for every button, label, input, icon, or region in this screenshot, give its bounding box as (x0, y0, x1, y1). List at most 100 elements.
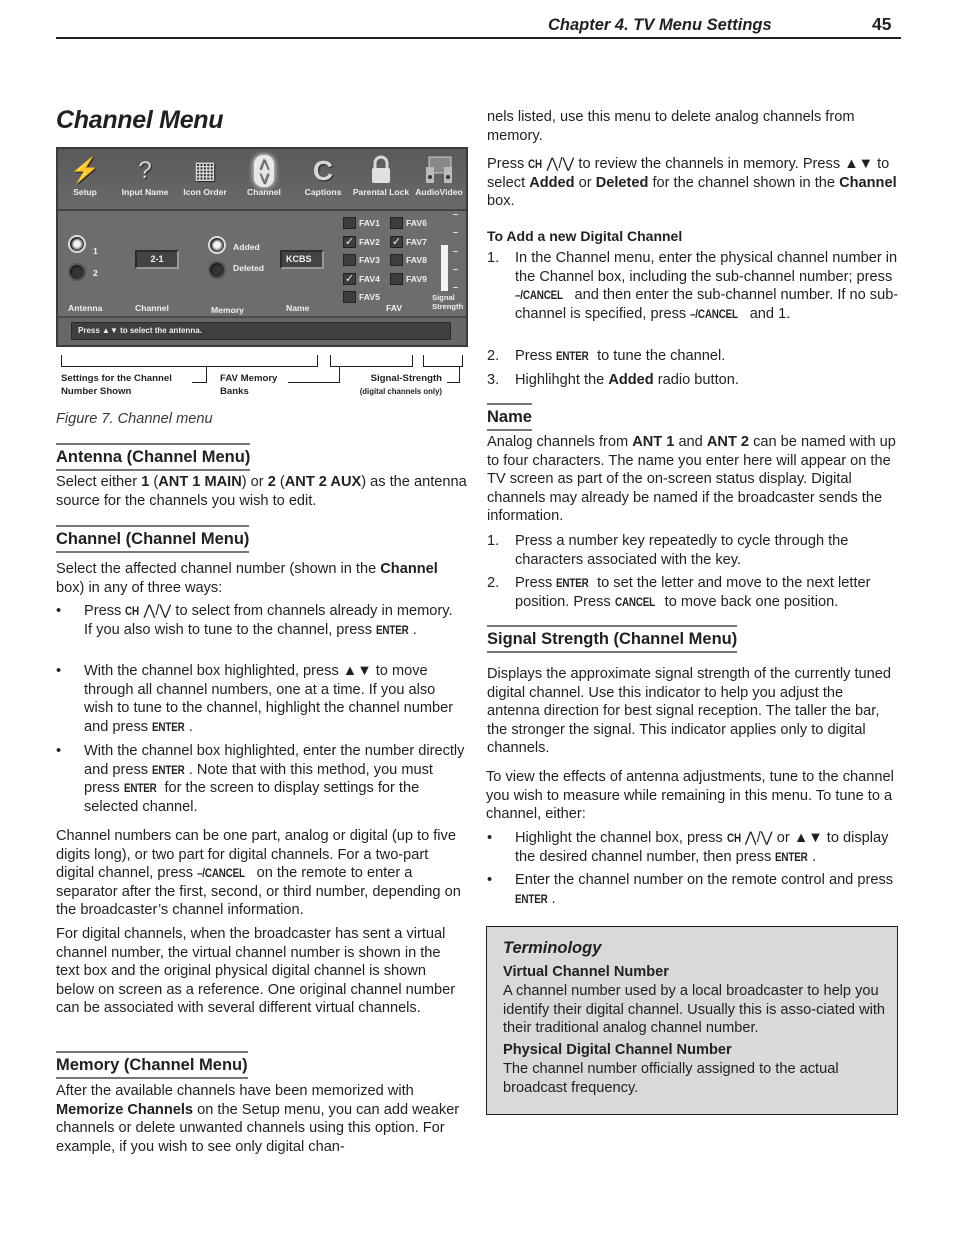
bullet: • (56, 603, 62, 619)
bullet: • (487, 872, 493, 888)
step-number: 2. (487, 348, 500, 364)
callout-leader (192, 382, 207, 383)
name-box[interactable]: KCBS (280, 250, 324, 269)
page-number: 45 (872, 14, 892, 34)
signal-scale-tick (453, 251, 458, 252)
memory-deleted-label: Deleted (233, 263, 265, 273)
channel-intro: Select the affected channel number (show… (56, 560, 446, 597)
bullet-text: Highlight the channel box, press CH ⋀/⋁ … (515, 829, 901, 866)
antenna-radio-1[interactable] (68, 235, 86, 253)
speakers-icon (424, 155, 454, 187)
bullet-text: Enter the channel number on the remote c… (515, 871, 901, 908)
fav-label: FAV (386, 303, 403, 313)
padlock-icon (366, 155, 396, 187)
bracket-settings (61, 355, 318, 367)
channel-bullet-2: • With the channel box highlighted, pres… (56, 662, 468, 740)
text: or (772, 830, 794, 846)
icon-order-icon: ▦ (193, 157, 217, 184)
key-cancel: CANCEL (614, 594, 655, 609)
menu-icon-icon-order[interactable]: ▦ Icon Order (180, 155, 230, 198)
text: . (812, 848, 817, 865)
fav-checkbox-7[interactable]: ✓ (390, 235, 403, 248)
text: After the available channels have been m… (56, 1083, 414, 1099)
fav-checkbox-2[interactable]: ✓ (343, 235, 356, 248)
text: Enter the channel number on the remote c… (515, 872, 894, 888)
term-virtual-channel: Virtual Channel Number (503, 964, 669, 980)
term-physical-channel: Physical Digital Channel Number (503, 1042, 732, 1058)
fav-checkbox-8[interactable] (390, 254, 403, 266)
channel-paragraph-1: Channel numbers can be one part, analog … (56, 827, 466, 920)
fav-label-6: FAV6 (406, 218, 427, 228)
menu-icon-captions[interactable]: C Captions (298, 155, 348, 198)
text: to review the channels in memory. Press (574, 156, 845, 172)
memory-radio-added[interactable] (208, 236, 226, 254)
fav-checkbox-6[interactable] (390, 217, 403, 229)
text: box. (487, 193, 515, 210)
menu-icon-parental-lock[interactable]: Parental Lock (353, 155, 409, 198)
bold-text: ANT 2 AUX (284, 474, 362, 490)
section-heading-antenna: Antenna (Channel Menu) (56, 443, 251, 471)
text: for the channel shown in the (648, 174, 840, 191)
bold-text: Added (529, 174, 575, 191)
bold-text: 2 (267, 474, 276, 490)
text: Analog channels from (487, 434, 633, 450)
callout-settings: Settings for the Channel Number Shown (61, 373, 172, 398)
menu-icon-input-name[interactable]: ? Input Name (120, 155, 170, 198)
bold-text: Channel (839, 174, 897, 191)
bold-text: Memorize Channels (56, 1101, 194, 1118)
memory-paragraph-1: After the available channels have been m… (56, 1082, 466, 1156)
fav-label-9: FAV9 (406, 273, 427, 284)
text: Select the affected channel number (show… (56, 561, 381, 577)
signal-label-line2: Strength (432, 302, 464, 311)
bold-text: Channel (380, 561, 438, 577)
up-down-arrows-icon: ▲▼ (342, 663, 372, 679)
channel-up-down-icon: ⋀/⋁ (143, 603, 172, 619)
fav-label-5: FAV5 (359, 292, 380, 302)
up-down-arrows-icon: ▲▼ (844, 156, 874, 172)
fav-checkbox-9[interactable] (390, 272, 403, 285)
menu-icon-audio-video[interactable]: AudioVideo (414, 155, 464, 198)
antenna-option-1-label: 1 (93, 246, 98, 256)
memory-added-label: Added (233, 242, 260, 252)
section-heading-channel: Channel (Channel Menu) (56, 525, 250, 553)
section-heading-name: Name (487, 403, 532, 431)
input-name-icon: ? (138, 157, 152, 184)
text: Press (487, 156, 529, 172)
key-enter: ENTER (556, 349, 589, 363)
menu-icon-channel[interactable]: ⋀ ⋁ Channel (239, 155, 289, 198)
memory-label: Memory (211, 305, 244, 315)
key-dash-cancel: –/CANCEL (197, 866, 246, 881)
channel-settings-panel: 1 2 Antenna 2-1 Channel Added Deleted Me… (58, 213, 466, 315)
signal-bullet-2: • Enter the channel number on the remote… (487, 871, 899, 911)
fav-checkbox-4[interactable]: ✓ (343, 272, 356, 285)
fav-label-3: FAV3 (359, 255, 380, 265)
callout-leader (447, 382, 460, 383)
add-step-3: 3. Highlihght the Added radio button. (487, 371, 899, 391)
key-enter: ENTER (515, 891, 548, 906)
fav-label-4: FAV4 (359, 273, 380, 284)
callout-signal-line1: Signal-Strength (370, 373, 442, 384)
bold-text: ANT 2 (706, 434, 750, 450)
fav-checkbox-5[interactable] (343, 291, 356, 303)
memory-paragraph-2: Press CH ⋀/⋁ to review the channels in m… (487, 155, 899, 211)
antenna-radio-2[interactable] (68, 263, 86, 281)
memory-radio-deleted[interactable] (208, 261, 226, 279)
channel-label: Channel (135, 303, 169, 313)
key-enter: ENTER (152, 762, 185, 777)
step-text: Highlihght the Added radio button. (515, 371, 901, 390)
callout-leader (459, 367, 460, 382)
channel-up-down-icon: ⋀/⋁ (744, 830, 773, 846)
fav-checkbox-3[interactable] (343, 254, 356, 266)
callout-settings-line1: Settings for the Channel (61, 373, 172, 384)
text: Highlight the channel box, press (515, 830, 727, 846)
signal-scale-tick (453, 269, 458, 270)
menu-icon-setup[interactable]: ⚡ Setup (60, 155, 110, 198)
text: box) in any of three ways: (56, 579, 223, 596)
channel-bullet-1: • Press CH ⋀/⋁ to select from channels a… (56, 602, 468, 660)
channel-up-down-icon: ⋀/⋁ (546, 156, 575, 172)
channel-box[interactable]: 2-1 (135, 250, 179, 269)
key-enter: ENTER (775, 849, 808, 864)
text: In the Channel menu, enter the physical … (515, 250, 898, 285)
fav-checkbox-1[interactable] (343, 217, 356, 229)
signal-scale-tick (453, 214, 458, 215)
